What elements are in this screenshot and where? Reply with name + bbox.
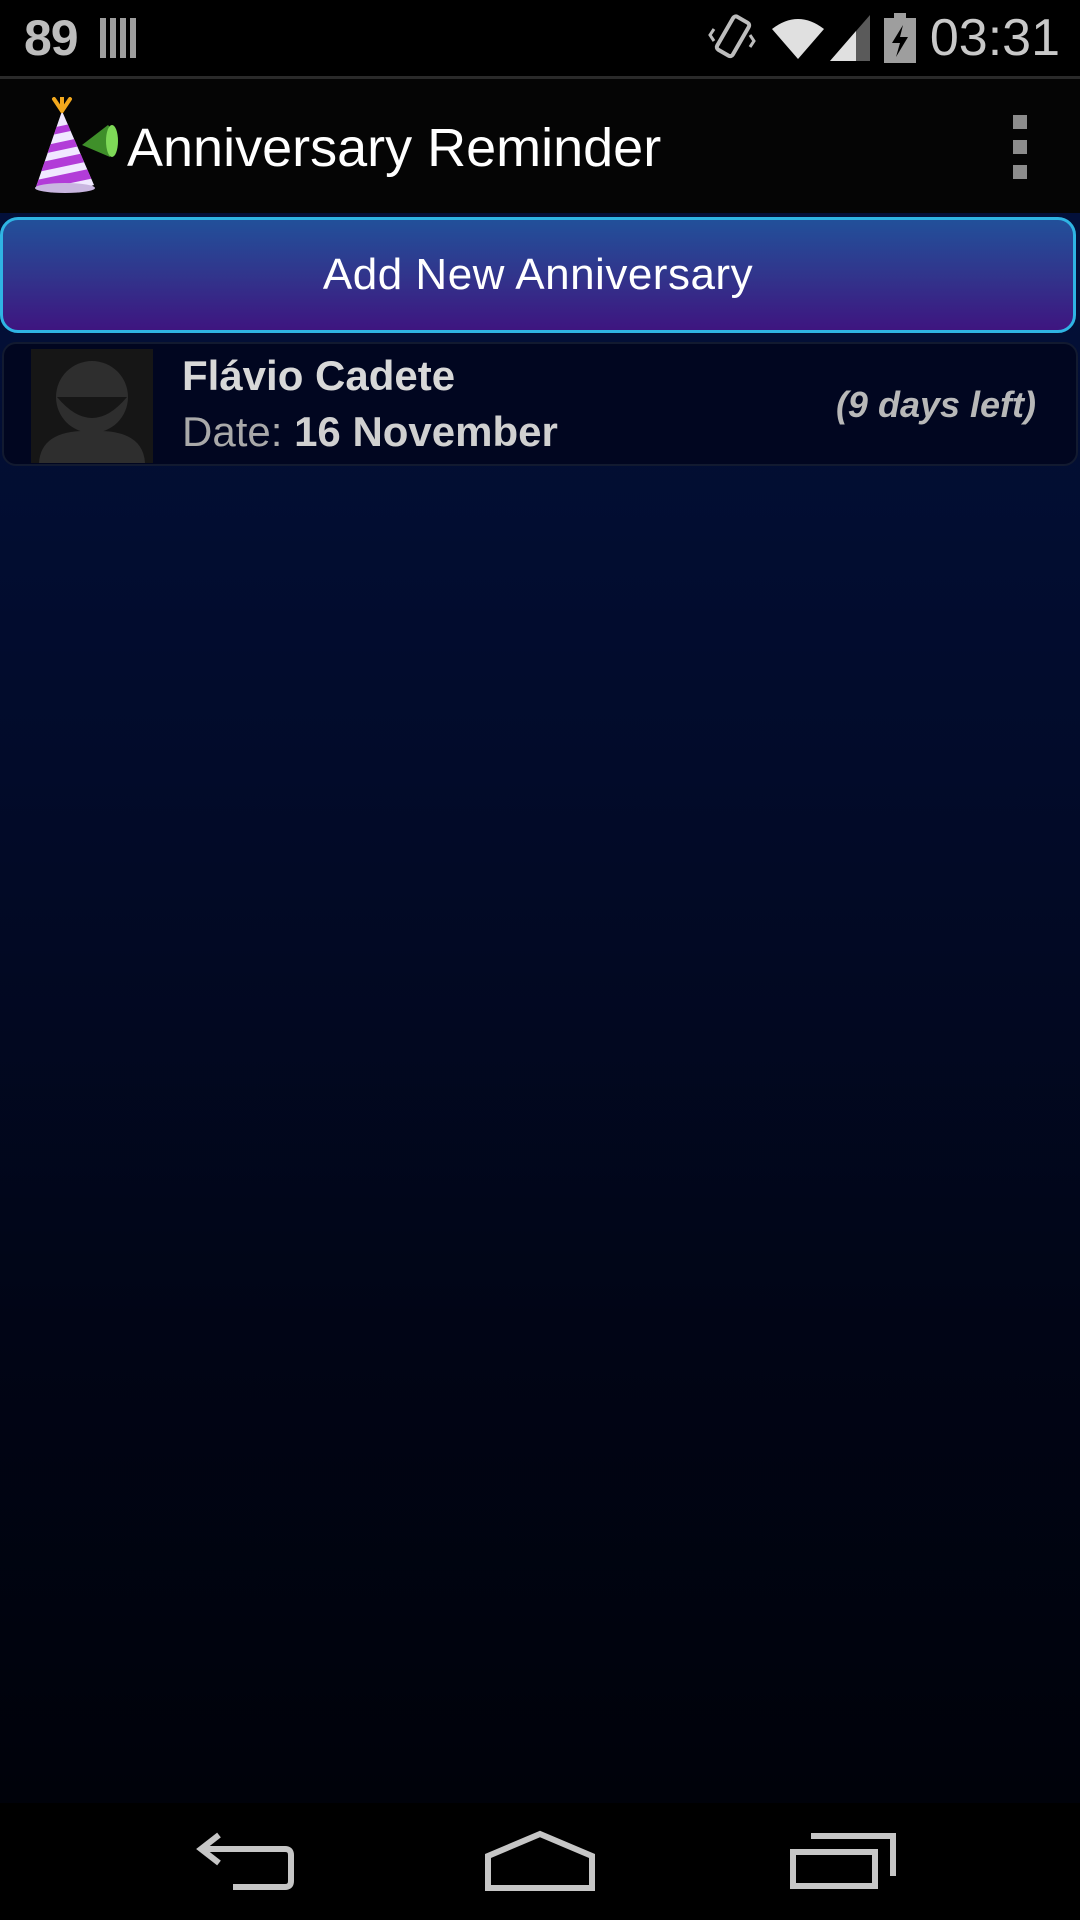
screen: 89 03:31 Anniversary Reminder Add New An…	[0, 0, 1080, 1920]
add-anniversary-label: Add New Anniversary	[322, 250, 754, 299]
days-left: (9 days left)	[835, 384, 1036, 425]
barcode-icon	[99, 16, 138, 60]
status-time: 03:31	[929, 9, 1060, 67]
wifi-icon	[770, 15, 826, 61]
add-anniversary-button[interactable]: Add New Anniversary	[0, 217, 1076, 333]
date-value: 16 November	[294, 408, 558, 455]
status-bar: 89 03:31	[0, 0, 1080, 76]
status-left: 89	[24, 6, 138, 70]
date-label: Date:	[182, 408, 283, 455]
content-area: Add New Anniversary Flávio Cadete Date: …	[0, 213, 1080, 1803]
home-button[interactable]	[470, 1823, 610, 1903]
status-right: 03:31	[694, 4, 1060, 72]
signal-icon	[829, 15, 870, 61]
back-icon	[185, 1831, 295, 1896]
vibrate-icon	[708, 13, 756, 63]
overflow-dot	[1013, 165, 1027, 179]
notification-count: 89	[24, 10, 79, 66]
app-title: Anniversary Reminder	[127, 118, 662, 178]
navigation-bar	[0, 1803, 1080, 1920]
recent-apps-icon	[789, 1832, 899, 1895]
contact-name: Flávio Cadete	[182, 352, 456, 399]
anniversary-date: Date: 16 November	[182, 408, 558, 456]
overflow-dot	[1013, 115, 1027, 129]
anniversary-list-item[interactable]: Flávio Cadete Date: 16 November (9 days …	[2, 342, 1078, 466]
back-button[interactable]	[170, 1823, 310, 1903]
home-icon	[484, 1830, 596, 1897]
overflow-menu-button[interactable]	[1000, 115, 1040, 179]
battery-charging-icon	[883, 13, 916, 63]
party-hat-logo-icon[interactable]	[30, 95, 120, 197]
overflow-dot	[1013, 140, 1027, 154]
recent-apps-button[interactable]	[774, 1823, 914, 1903]
action-bar: Anniversary Reminder	[0, 79, 1080, 213]
contact-avatar-icon	[31, 349, 153, 463]
